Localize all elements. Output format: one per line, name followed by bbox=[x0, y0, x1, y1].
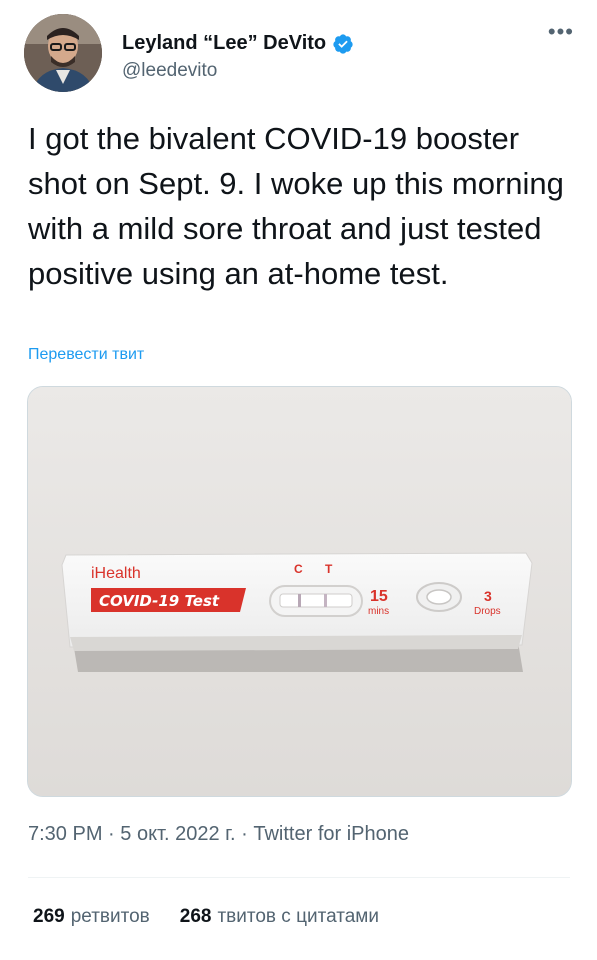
tweet-stats: 269 ретвитов 268 твитов с цитатами bbox=[33, 906, 379, 928]
retweets-count: 269 bbox=[33, 906, 65, 927]
retweets-label: ретвитов bbox=[70, 906, 150, 927]
tweet-text: I got the bivalent COVID-19 booster shot… bbox=[28, 121, 564, 291]
tweet-date[interactable]: 5 окт. 2022 г. bbox=[120, 823, 235, 845]
tweet-photo[interactable]: iHealth COVID-19 Test C T 15 mins 3 Drop… bbox=[27, 386, 572, 797]
control-line bbox=[298, 594, 301, 607]
tweet-source[interactable]: Twitter for iPhone bbox=[253, 823, 409, 845]
tweet-header: Leyland “Lee” DeVito @leedevito ••• bbox=[24, 14, 584, 94]
meta-separator: · bbox=[241, 823, 248, 845]
avatar[interactable] bbox=[24, 14, 102, 92]
quotes-stat[interactable]: 268 твитов с цитатами bbox=[180, 906, 379, 928]
quotes-label: твитов с цитатами bbox=[217, 906, 379, 927]
divider bbox=[28, 877, 570, 878]
quotes-count: 268 bbox=[179, 906, 212, 927]
tweet-time[interactable]: 7:30 PM bbox=[28, 823, 102, 845]
display-name[interactable]: Leyland “Lee” DeVito bbox=[122, 32, 326, 55]
user-handle[interactable]: @leedevito bbox=[122, 60, 217, 82]
drops-unit: Drops bbox=[474, 606, 501, 617]
brand-label: iHealth bbox=[91, 565, 141, 582]
translate-tweet-link[interactable]: Перевести твит bbox=[28, 346, 144, 364]
drops-value: 3 bbox=[484, 588, 492, 604]
test-line bbox=[324, 594, 327, 607]
more-options-icon[interactable]: ••• bbox=[548, 21, 574, 43]
verified-badge-icon bbox=[333, 33, 353, 54]
meta-separator: · bbox=[108, 823, 115, 845]
avatar-photo bbox=[24, 14, 102, 92]
test-line-label: T bbox=[325, 562, 333, 576]
time-value: 15 bbox=[370, 588, 388, 605]
control-line-label: C bbox=[294, 562, 303, 576]
tweet-meta: 7:30 PM · 5 окт. 2022 г. · Twitter for i… bbox=[28, 823, 409, 846]
product-label: COVID-19 Test bbox=[99, 592, 220, 610]
retweets-stat[interactable]: 269 ретвитов bbox=[33, 906, 150, 928]
covid-test-photo: iHealth COVID-19 Test C T 15 mins 3 Drop… bbox=[28, 387, 571, 796]
time-unit: mins bbox=[368, 606, 389, 617]
